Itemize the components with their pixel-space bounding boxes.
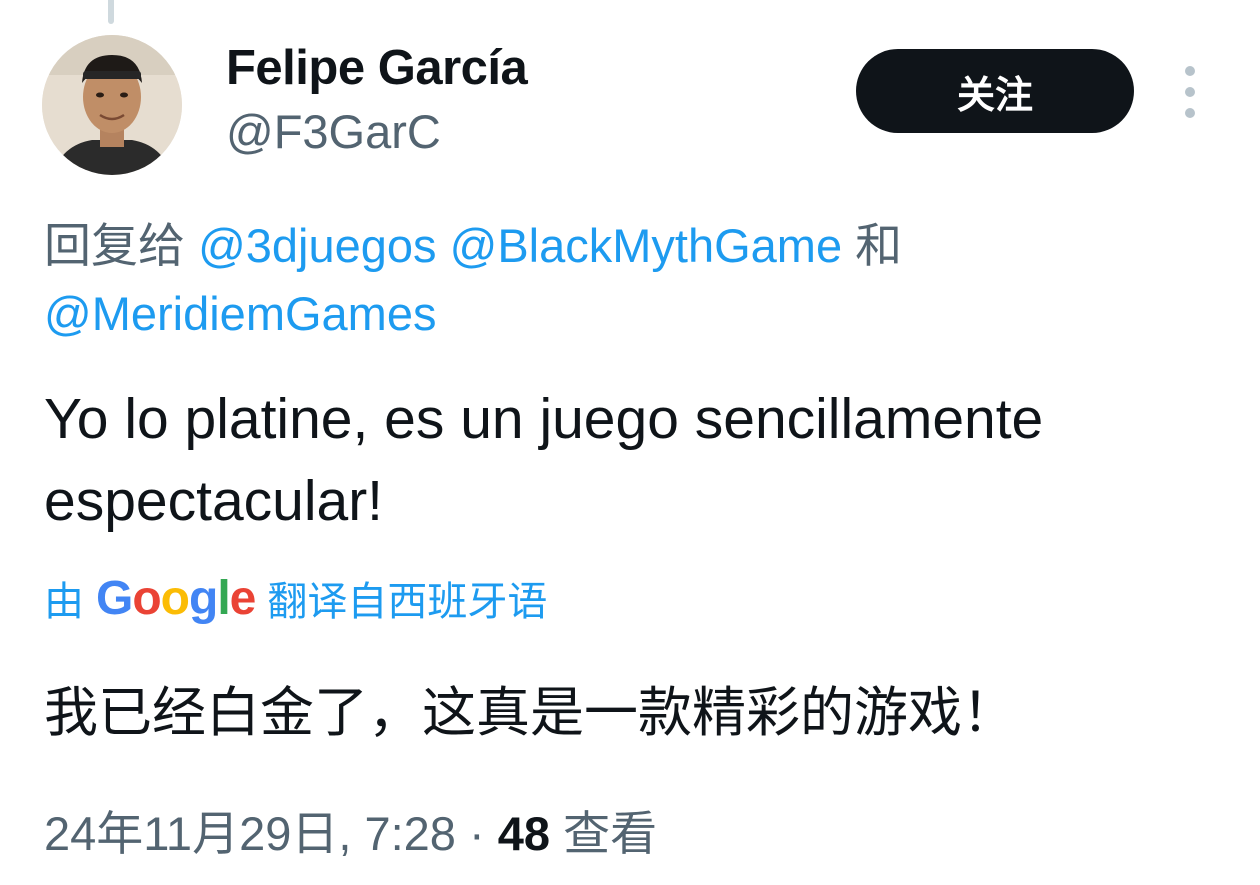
views-label[interactable]: 查看 [563,807,657,860]
translation-attribution[interactable]: 由 Google 翻译自西班牙语 [44,568,547,628]
thread-connector-line [108,0,114,24]
user-handle[interactable]: @F3GarC [226,104,441,159]
more-options-icon[interactable] [1172,66,1208,118]
reply-to-line: 回复给 @3djuegos @BlackMythGame 和 @Meridiem… [44,212,1224,348]
translation-suffix: 翻译自西班牙语 [267,579,548,625]
translation-prefix: 由 [44,579,84,625]
reply-joiner: 和 [855,219,903,272]
more-dot [1185,108,1195,118]
tweet-meta: 24年11月29日, 7:28 · 48 查看 [44,795,657,864]
reply-prefix: 回复给 [44,219,185,272]
views-count[interactable]: 48 [498,807,550,860]
timestamp[interactable]: 24年11月29日, 7:28 [44,807,456,860]
avatar-photo [42,35,182,175]
tweet-text: Yo lo platine, es un juego sencillamente… [44,387,1044,533]
google-logo: Google [96,571,256,625]
mention-link[interactable]: @3djuegos [198,219,437,272]
more-dot [1185,66,1195,76]
display-name[interactable]: Felipe García [226,40,528,96]
more-dot [1185,87,1195,97]
mention-link[interactable]: @BlackMythGame [450,219,842,272]
avatar[interactable] [42,35,182,175]
follow-button[interactable]: 关注 [856,49,1134,133]
translated-text: 我已经白金了，这真是一款精彩的游戏！ [44,681,1016,744]
mention-link[interactable]: @MeridiemGames [44,287,436,340]
meta-separator: · [469,807,485,860]
